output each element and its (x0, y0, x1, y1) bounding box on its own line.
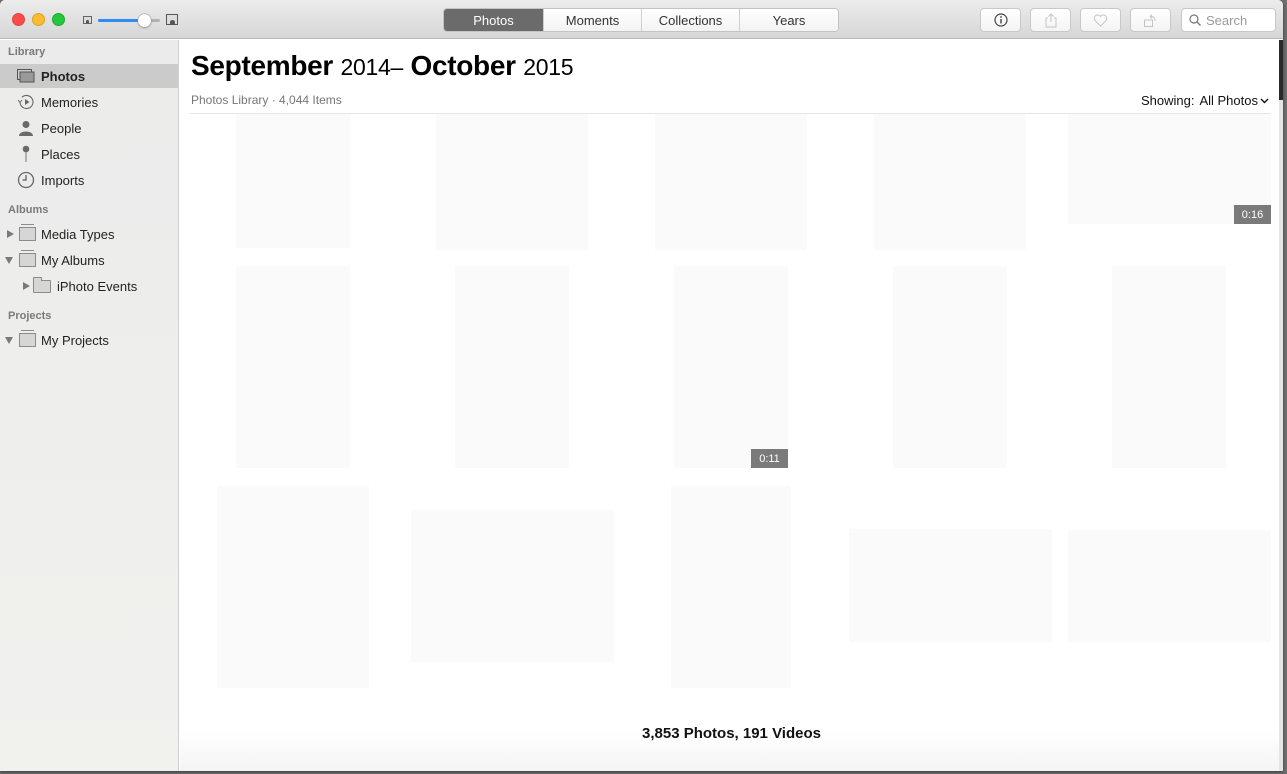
album-stack-icon (18, 224, 36, 242)
showing-value: All Photos (1199, 93, 1258, 108)
memories-icon (17, 94, 35, 110)
showing-label: Showing: (1140, 93, 1195, 108)
photo-thumbnail[interactable] (1112, 266, 1226, 468)
title-end-year: 2015 (523, 54, 574, 80)
view-segmented-control: Photos Moments Collections Years (443, 8, 839, 32)
sidebar-item-label: Memories (41, 94, 99, 110)
photo-thumbnail[interactable] (1068, 530, 1271, 642)
imports-clock-icon (17, 171, 35, 189)
sidebar-item-label: Places (41, 146, 81, 162)
tab-collections[interactable]: Collections (642, 9, 740, 31)
photo-thumbnail[interactable] (436, 114, 588, 250)
scrollbar-thumb[interactable] (1279, 40, 1283, 100)
sidebar-item-label: Photos (41, 68, 86, 84)
sidebar-item-label: People (41, 120, 82, 136)
share-icon (1045, 12, 1056, 27)
photo-thumbnail[interactable] (849, 529, 1052, 642)
photo-thumbnail[interactable] (236, 114, 350, 248)
photo-thumbnail[interactable] (874, 114, 1026, 250)
close-window-button[interactable] (12, 13, 25, 26)
sidebar-item-label: Media Types (41, 226, 115, 242)
library-summary-count: 3,853 Photos, 191 Videos (642, 725, 821, 742)
vertical-scrollbar[interactable] (1279, 40, 1283, 771)
rotate-button[interactable] (1130, 8, 1171, 32)
sidebar-item-label: My Projects (41, 332, 109, 348)
sidebar-item-people[interactable]: People (0, 116, 178, 140)
sidebar-section-projects: Projects (8, 310, 52, 322)
disclosure-triangle-expanded[interactable] (5, 257, 13, 264)
photo-grid-area: September 2014– October 2015 Photos Libr… (180, 40, 1283, 771)
video-duration-badge: 0:11 (751, 449, 788, 468)
search-placeholder: Search (1206, 12, 1248, 28)
folder-icon (33, 276, 51, 294)
sidebar: Library Photos Memories People Places Im… (0, 40, 179, 771)
chevron-down-icon (1260, 98, 1269, 103)
photo-thumbnail[interactable] (411, 510, 614, 662)
photo-thumbnail[interactable] (655, 114, 807, 250)
disclosure-triangle-collapsed[interactable] (7, 230, 14, 238)
photo-thumbnail[interactable] (455, 266, 569, 468)
library-item-count: Photos Library · 4,044 Items (191, 93, 342, 107)
tab-photos[interactable]: Photos (444, 9, 544, 31)
tab-moments[interactable]: Moments (544, 9, 642, 31)
sidebar-item-photos[interactable]: Photos (0, 64, 178, 88)
title-start-month: September (191, 50, 334, 81)
title-start-year: 2014 (340, 54, 391, 80)
minimize-window-button[interactable] (32, 13, 45, 26)
sidebar-item-media-types[interactable]: Media Types (0, 222, 178, 246)
small-thumbnail-icon (83, 16, 92, 24)
search-field[interactable]: Search (1181, 8, 1276, 32)
video-thumbnail[interactable]: 0:16 (1068, 114, 1271, 224)
large-thumbnail-icon (166, 14, 178, 25)
photos-icon (17, 68, 35, 84)
info-icon (993, 13, 1008, 27)
sidebar-item-label: Imports (41, 172, 85, 188)
share-button[interactable] (1030, 8, 1071, 32)
sidebar-item-label: iPhoto Events (57, 278, 138, 294)
maximize-window-button[interactable] (52, 13, 65, 26)
rotate-icon (1144, 13, 1156, 27)
sidebar-item-memories[interactable]: Memories (0, 90, 178, 114)
title-end-month: October (410, 50, 516, 81)
photo-thumbnail[interactable] (236, 266, 350, 468)
sidebar-section-library: Library (8, 46, 46, 58)
title-separator: – (390, 54, 403, 80)
toolbar: Photos Moments Collections Years Search (0, 0, 1283, 39)
photo-thumbnail[interactable] (893, 266, 1007, 468)
showing-filter-dropdown[interactable]: Showing: All Photos (1141, 93, 1269, 108)
info-button[interactable] (980, 8, 1021, 32)
search-icon (1189, 14, 1201, 26)
sidebar-item-iphoto-events[interactable]: iPhoto Events (0, 274, 178, 298)
video-duration-badge: 0:16 (1234, 205, 1271, 224)
tab-years[interactable]: Years (740, 9, 838, 31)
album-stack-icon (18, 250, 36, 268)
sidebar-item-label: My Albums (41, 252, 105, 268)
sidebar-item-imports[interactable]: Imports (0, 168, 178, 192)
video-thumbnail[interactable]: 0:11 (674, 266, 788, 468)
favorite-button[interactable] (1080, 8, 1121, 32)
sidebar-item-places[interactable]: Places (0, 142, 178, 166)
sidebar-section-albums: Albums (8, 204, 49, 216)
places-pin-icon (17, 145, 35, 162)
people-icon (17, 120, 35, 136)
album-stack-icon (18, 330, 36, 348)
slider-knob[interactable] (138, 14, 151, 27)
sidebar-item-my-projects[interactable]: My Projects (0, 328, 178, 352)
page-title: September 2014– October 2015 (191, 50, 573, 82)
sidebar-item-my-albums[interactable]: My Albums (0, 248, 178, 272)
disclosure-triangle-collapsed[interactable] (23, 282, 30, 290)
photos-app-window: Photos Moments Collections Years Search … (0, 0, 1283, 771)
photo-thumbnail[interactable] (217, 486, 369, 688)
disclosure-triangle-expanded[interactable] (5, 337, 13, 344)
photo-thumbnail[interactable] (671, 486, 791, 688)
heart-icon (1093, 13, 1108, 27)
